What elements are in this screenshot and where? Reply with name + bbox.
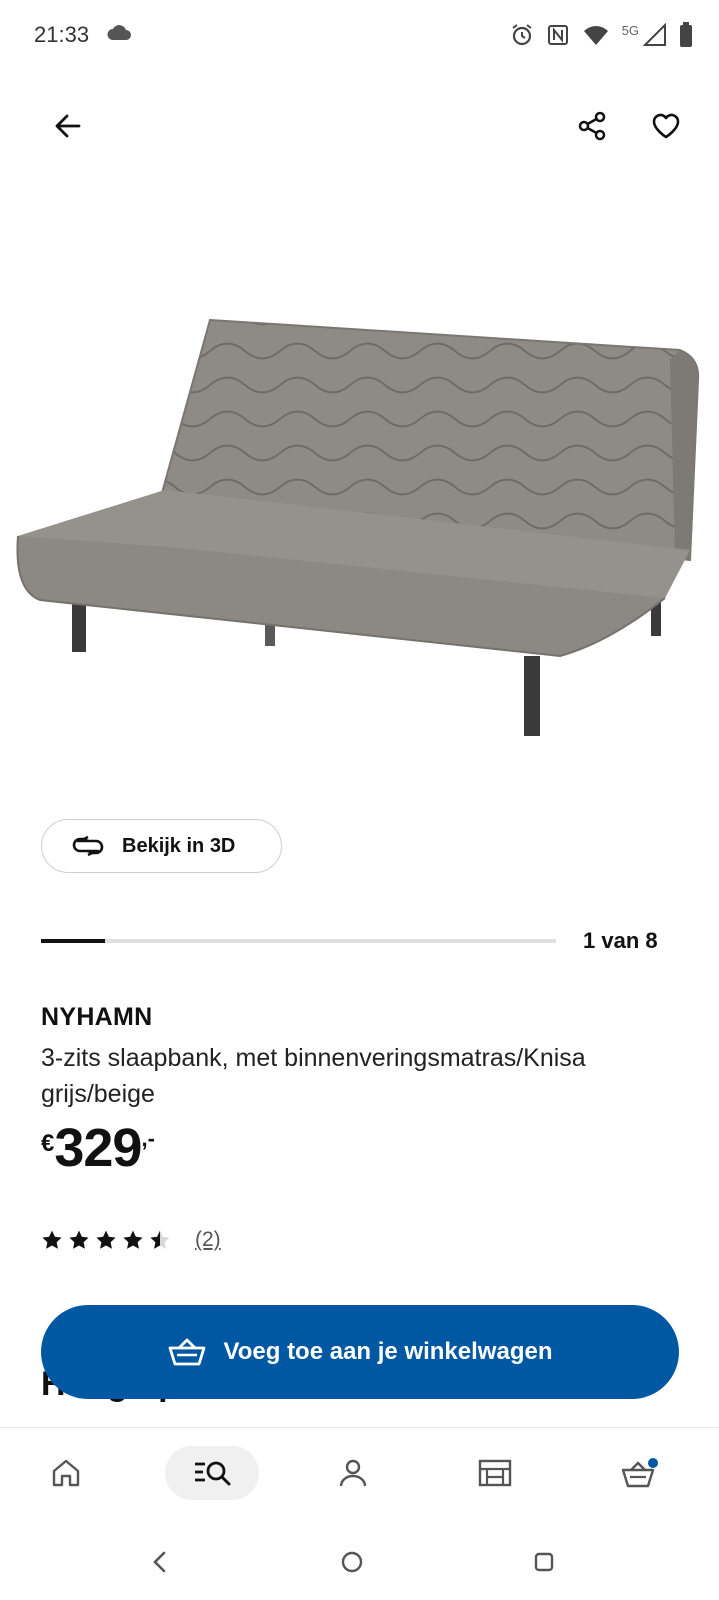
- cart-icon: [621, 1458, 658, 1488]
- nav-stores[interactable]: [448, 1446, 542, 1500]
- view-3d-button[interactable]: Bekijk in 3D: [41, 819, 282, 873]
- search-list-icon: [195, 1461, 231, 1486]
- add-to-cart-label: Voeg toe aan je winkelwagen: [223, 1338, 553, 1365]
- nav-home[interactable]: [19, 1446, 113, 1500]
- cloud-icon: [106, 24, 132, 47]
- price-amount: 329: [54, 1118, 142, 1178]
- rotate-3d-icon: [72, 835, 104, 857]
- rating-stars: [41, 1229, 171, 1251]
- network-label: 5G: [621, 22, 639, 38]
- status-icons: 5G: [510, 22, 693, 48]
- nfc-icon: [546, 23, 570, 47]
- product-price: € 329 ,-: [41, 1118, 155, 1178]
- star-icon: [69, 1230, 89, 1249]
- star-icon: [123, 1230, 143, 1249]
- star-icon: [150, 1230, 170, 1249]
- square-recents-icon: [534, 1552, 554, 1572]
- store-icon: [478, 1459, 512, 1487]
- nav-search[interactable]: [165, 1446, 259, 1500]
- top-bar: [0, 90, 719, 160]
- share-button[interactable]: [566, 100, 618, 152]
- home-icon: [52, 1459, 80, 1487]
- gallery-progress: [41, 939, 556, 943]
- star-icon: [96, 1230, 116, 1249]
- share-icon: [578, 111, 606, 141]
- product-description: 3-zits slaapbank, met binnenveringsmatra…: [41, 1044, 586, 1108]
- battery-icon: [679, 22, 693, 48]
- view-3d-label: Bekijk in 3D: [122, 834, 236, 857]
- status-time: 21:33: [34, 22, 90, 47]
- alarm-icon: [510, 23, 534, 47]
- rating-count-link[interactable]: (2): [195, 1228, 221, 1252]
- person-icon: [339, 1459, 367, 1487]
- signal-icon: [643, 23, 667, 47]
- system-recents-button[interactable]: [524, 1542, 564, 1582]
- chevron-left-icon: [153, 1551, 166, 1573]
- heart-icon: [652, 113, 680, 139]
- product-name: NYHAMN: [41, 1003, 153, 1031]
- back-arrow-icon: [55, 114, 81, 138]
- basket-icon: [168, 1338, 205, 1366]
- gallery-counter: 1 van 8: [583, 928, 658, 953]
- product-image[interactable]: [0, 300, 719, 760]
- add-to-cart-button[interactable]: Voeg toe aan je winkelwagen: [41, 1305, 679, 1399]
- status-bar: 21:33 5G: [0, 0, 719, 72]
- price-currency: €: [41, 1130, 55, 1157]
- system-home-button[interactable]: [332, 1542, 372, 1582]
- circle-home-icon: [341, 1551, 363, 1573]
- bottom-nav: [0, 1428, 719, 1528]
- nav-profile[interactable]: [306, 1446, 400, 1500]
- system-nav: [0, 1530, 719, 1600]
- wifi-icon: [582, 23, 610, 47]
- gallery-progress-fill: [41, 939, 106, 943]
- back-button[interactable]: [42, 100, 94, 152]
- star-icon: [42, 1230, 62, 1249]
- product-rating[interactable]: (2): [41, 1228, 221, 1252]
- system-back-button[interactable]: [140, 1542, 180, 1582]
- nav-cart[interactable]: [593, 1446, 687, 1500]
- favorite-button[interactable]: [640, 100, 692, 152]
- price-suffix: ,-: [141, 1126, 155, 1151]
